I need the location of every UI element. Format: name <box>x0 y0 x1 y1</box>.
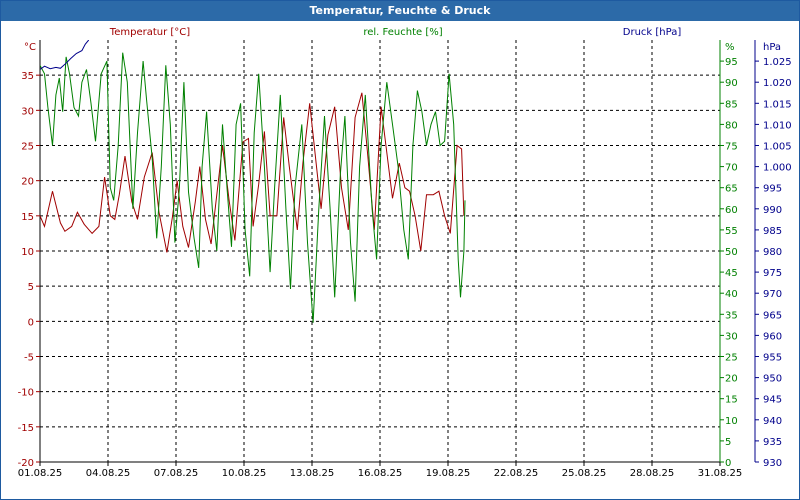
pressure-tick-label: 975 <box>763 268 782 279</box>
pressure-axis: 930 935 940 945 950 955 960 965 970 975 980 985 990 9… <box>755 57 792 469</box>
temperature-tick-label: 30 <box>21 106 34 117</box>
humidity-axis: 05101520253035404550556065707580859095 <box>720 57 738 469</box>
pressure-tick-label: 930 <box>763 458 782 469</box>
temperature-tick-label: -5 <box>24 353 34 364</box>
pressure-tick-label: 940 <box>763 416 782 427</box>
x-tick-label: 16.08.25 <box>358 468 403 479</box>
humidity-tick-label: 35 <box>725 310 738 321</box>
pressure-tick-label: 1.020 <box>763 78 792 89</box>
series-line <box>40 40 90 70</box>
humidity-tick-label: 5 <box>725 437 731 448</box>
pressure-tick-label: 945 <box>763 395 782 406</box>
x-tick-label: 25.08.25 <box>562 468 607 479</box>
humidity-tick-label: 10 <box>725 416 738 427</box>
series-lines <box>40 40 466 323</box>
pressure-tick-label: 1.010 <box>763 120 792 131</box>
temperature-tick-label: -15 <box>18 423 34 434</box>
humidity-tick-label: 70 <box>725 163 738 174</box>
pressure-tick-label: 1.025 <box>763 57 792 68</box>
temperature-tick-label: 35 <box>21 71 34 82</box>
temperature-unit-label: °C <box>24 42 36 53</box>
pressure-tick-label: 935 <box>763 437 782 448</box>
series-line <box>40 92 465 253</box>
temperature-tick-label: -10 <box>18 388 34 399</box>
temperature-tick-label: 15 <box>21 212 34 223</box>
humidity-tick-label: 25 <box>725 353 738 364</box>
x-tick-label: 04.08.25 <box>86 468 131 479</box>
humidity-tick-label: 50 <box>725 247 738 258</box>
humidity-tick-label: 40 <box>725 289 738 300</box>
humidity-tick-label: 20 <box>725 374 738 385</box>
temperature-tick-label: 20 <box>21 177 34 188</box>
pressure-tick-label: 995 <box>763 184 782 195</box>
humidity-tick-label: 55 <box>725 226 738 237</box>
pressure-tick-label: 965 <box>763 310 782 321</box>
pressure-tick-label: 990 <box>763 205 782 216</box>
pressure-tick-label: 970 <box>763 289 782 300</box>
x-tick-label: 13.08.25 <box>290 468 335 479</box>
series-label: Temperatur [°C] <box>109 27 190 38</box>
x-axis: 01.08.25 04.08.25 07.08.25 10.08.25 13.08.25… <box>18 462 743 479</box>
humidity-tick-label: 85 <box>725 99 738 110</box>
humidity-tick-label: 60 <box>725 205 738 216</box>
humidity-tick-label: 45 <box>725 268 738 279</box>
humidity-tick-label: 30 <box>725 331 738 342</box>
temperature-tick-label: 25 <box>21 142 34 153</box>
x-tick-label: 10.08.25 <box>222 468 267 479</box>
x-tick-label: 07.08.25 <box>154 468 199 479</box>
x-tick-label: 01.08.25 <box>18 468 63 479</box>
pressure-tick-label: 1.000 <box>763 163 792 174</box>
pressure-tick-label: 1.005 <box>763 142 792 153</box>
temperature-tick-label: 10 <box>21 247 34 258</box>
series-label: rel. Feuchte [%] <box>363 27 442 38</box>
x-tick-label: 22.08.25 <box>494 468 539 479</box>
humidity-tick-label: 90 <box>725 78 738 89</box>
pressure-tick-label: 980 <box>763 247 782 258</box>
pressure-tick-label: 960 <box>763 331 782 342</box>
pressure-tick-label: 950 <box>763 374 782 385</box>
humidity-tick-label: 75 <box>725 142 738 153</box>
pressure-tick-label: 955 <box>763 353 782 364</box>
humidity-tick-label: 95 <box>725 57 738 68</box>
temperature-axis: -20-15-10-505101520253035 <box>18 71 40 469</box>
grid <box>40 40 720 462</box>
x-tick-label: 28.08.25 <box>630 468 675 479</box>
pressure-unit-label: hPa <box>763 42 781 53</box>
x-tick-label: 31.08.25 <box>698 468 743 479</box>
temperature-tick-label: 0 <box>28 317 34 328</box>
temperature-tick-label: 5 <box>28 282 34 293</box>
chart-svg: -20-15-10-505101520253035 05101520253035… <box>18 27 792 479</box>
axis-labels: °C% hPa Temperatur [°C] rel. Feuchte [%] Dru… <box>24 27 781 53</box>
humidity-tick-label: 15 <box>725 395 738 406</box>
series-label: Druck [hPa] <box>623 27 682 38</box>
humidity-tick-label: 80 <box>725 120 738 131</box>
humidity-tick-label: 65 <box>725 184 738 195</box>
x-tick-label: 19.08.25 <box>426 468 471 479</box>
humidity-unit-label: % <box>725 42 735 53</box>
pressure-tick-label: 1.015 <box>763 99 792 110</box>
pressure-tick-label: 985 <box>763 226 782 237</box>
